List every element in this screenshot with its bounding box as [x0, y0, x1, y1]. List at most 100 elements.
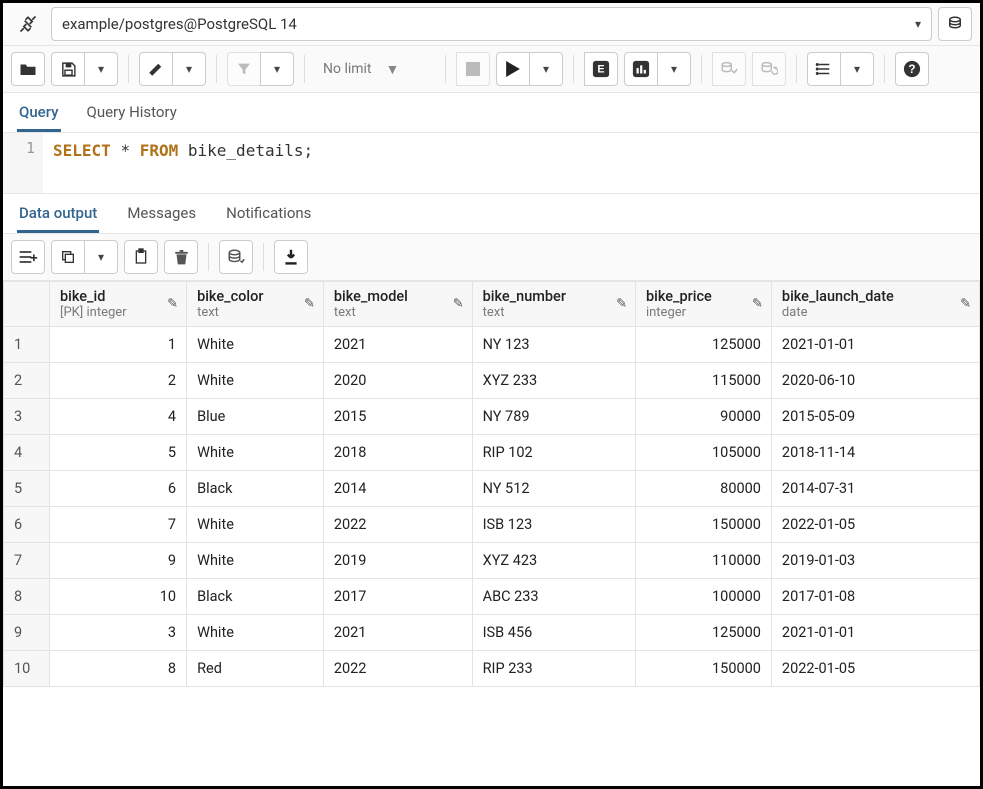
cell-bike_id[interactable]: 2 [50, 363, 187, 399]
new-connection-button[interactable] [938, 7, 972, 41]
edit-button[interactable] [139, 52, 173, 86]
cell-bike_price[interactable]: 105000 [635, 435, 771, 471]
rollback-button[interactable] [752, 52, 786, 86]
connection-select[interactable]: example/postgres@PostgreSQL 14 ▾ [51, 7, 932, 41]
row-number-cell[interactable]: 2 [4, 363, 50, 399]
table-row[interactable]: 810Black2017ABC 2331000002017-01-08 [4, 579, 980, 615]
tab-query-history[interactable]: Query History [85, 93, 179, 132]
cell-bike_color[interactable]: Red [187, 651, 324, 687]
row-number-cell[interactable]: 9 [4, 615, 50, 651]
table-row[interactable]: 108Red2022RIP 2331500002022-01-05 [4, 651, 980, 687]
column-header-bike_price[interactable]: bike_priceinteger✎ [635, 282, 771, 327]
column-header-bike_model[interactable]: bike_modeltext✎ [323, 282, 472, 327]
cell-bike_id[interactable]: 9 [50, 543, 187, 579]
cell-bike_number[interactable]: NY 789 [472, 399, 635, 435]
add-row-button[interactable] [11, 240, 45, 274]
row-number-cell[interactable]: 6 [4, 507, 50, 543]
cell-bike_id[interactable]: 6 [50, 471, 187, 507]
cell-bike_launch_date[interactable]: 2019-01-03 [771, 543, 979, 579]
cell-bike_color[interactable]: White [187, 615, 324, 651]
table-row[interactable]: 79White2019XYZ 4231100002019-01-03 [4, 543, 980, 579]
tab-data-output[interactable]: Data output [17, 194, 99, 233]
execute-button[interactable] [496, 52, 530, 86]
cell-bike_color[interactable]: White [187, 327, 324, 363]
cell-bike_price[interactable]: 125000 [635, 327, 771, 363]
download-button[interactable] [274, 240, 308, 274]
cell-bike_launch_date[interactable]: 2014-07-31 [771, 471, 979, 507]
cell-bike_price[interactable]: 100000 [635, 579, 771, 615]
cell-bike_launch_date[interactable]: 2020-06-10 [771, 363, 979, 399]
cell-bike_price[interactable]: 110000 [635, 543, 771, 579]
cell-bike_launch_date[interactable]: 2017-01-08 [771, 579, 979, 615]
cell-bike_number[interactable]: XYZ 423 [472, 543, 635, 579]
cell-bike_launch_date[interactable]: 2022-01-05 [771, 507, 979, 543]
table-row[interactable]: 93White2021ISB 4561250002021-01-01 [4, 615, 980, 651]
help-button[interactable]: ? [895, 52, 929, 86]
cell-bike_id[interactable]: 3 [50, 615, 187, 651]
explain-dropdown[interactable]: ▾ [657, 52, 691, 86]
cell-bike_id[interactable]: 7 [50, 507, 187, 543]
sql-code[interactable]: SELECT * FROM bike_details; [43, 133, 323, 193]
cell-bike_id[interactable]: 5 [50, 435, 187, 471]
column-header-bike_launch_date[interactable]: bike_launch_datedate✎ [771, 282, 979, 327]
tab-notifications[interactable]: Notifications [224, 194, 313, 233]
cell-bike_launch_date[interactable]: 2022-01-05 [771, 651, 979, 687]
edit-dropdown[interactable]: ▾ [172, 52, 206, 86]
cell-bike_price[interactable]: 115000 [635, 363, 771, 399]
cell-bike_launch_date[interactable]: 2021-01-01 [771, 615, 979, 651]
cell-bike_model[interactable]: 2021 [323, 327, 472, 363]
table-row[interactable]: 67White2022ISB 1231500002022-01-05 [4, 507, 980, 543]
cell-bike_model[interactable]: 2021 [323, 615, 472, 651]
cell-bike_model[interactable]: 2017 [323, 579, 472, 615]
save-data-button[interactable] [219, 240, 253, 274]
cell-bike_model[interactable]: 2019 [323, 543, 472, 579]
paste-button[interactable] [124, 240, 158, 274]
cell-bike_color[interactable]: Black [187, 579, 324, 615]
row-limit-select[interactable]: No limit ▼ [315, 52, 435, 86]
sql-editor[interactable]: 1 SELECT * FROM bike_details; [3, 133, 980, 194]
cell-bike_number[interactable]: RIP 233 [472, 651, 635, 687]
cell-bike_id[interactable]: 8 [50, 651, 187, 687]
cell-bike_launch_date[interactable]: 2018-11-14 [771, 435, 979, 471]
cell-bike_number[interactable]: ISB 456 [472, 615, 635, 651]
cell-bike_model[interactable]: 2022 [323, 651, 472, 687]
copy-button[interactable] [51, 240, 85, 274]
cell-bike_model[interactable]: 2015 [323, 399, 472, 435]
commit-button[interactable] [712, 52, 746, 86]
row-number-cell[interactable]: 8 [4, 579, 50, 615]
cell-bike_price[interactable]: 150000 [635, 507, 771, 543]
row-number-cell[interactable]: 7 [4, 543, 50, 579]
cell-bike_model[interactable]: 2014 [323, 471, 472, 507]
row-number-cell[interactable]: 5 [4, 471, 50, 507]
cell-bike_id[interactable]: 1 [50, 327, 187, 363]
cell-bike_model[interactable]: 2018 [323, 435, 472, 471]
column-header-bike_number[interactable]: bike_numbertext✎ [472, 282, 635, 327]
filter-dropdown[interactable]: ▾ [260, 52, 294, 86]
cell-bike_model[interactable]: 2022 [323, 507, 472, 543]
cell-bike_number[interactable]: ISB 123 [472, 507, 635, 543]
cell-bike_price[interactable]: 90000 [635, 399, 771, 435]
cell-bike_price[interactable]: 80000 [635, 471, 771, 507]
cell-bike_color[interactable]: White [187, 507, 324, 543]
row-number-cell[interactable]: 4 [4, 435, 50, 471]
row-number-cell[interactable]: 10 [4, 651, 50, 687]
delete-row-button[interactable] [164, 240, 198, 274]
cell-bike_number[interactable]: ABC 233 [472, 579, 635, 615]
table-row[interactable]: 11White2021NY 1231250002021-01-01 [4, 327, 980, 363]
cell-bike_color[interactable]: White [187, 543, 324, 579]
copy-dropdown[interactable]: ▾ [84, 240, 118, 274]
stop-button[interactable] [456, 52, 490, 86]
cell-bike_number[interactable]: NY 512 [472, 471, 635, 507]
macros-dropdown[interactable]: ▾ [840, 52, 874, 86]
open-file-button[interactable] [11, 52, 45, 86]
save-button[interactable] [51, 52, 85, 86]
cell-bike_id[interactable]: 4 [50, 399, 187, 435]
row-number-cell[interactable]: 1 [4, 327, 50, 363]
table-row[interactable]: 22White2020XYZ 2331150002020-06-10 [4, 363, 980, 399]
cell-bike_number[interactable]: NY 123 [472, 327, 635, 363]
explain-button[interactable]: E [584, 52, 618, 86]
cell-bike_model[interactable]: 2020 [323, 363, 472, 399]
corner-cell[interactable] [4, 282, 50, 327]
cell-bike_number[interactable]: XYZ 233 [472, 363, 635, 399]
cell-bike_id[interactable]: 10 [50, 579, 187, 615]
